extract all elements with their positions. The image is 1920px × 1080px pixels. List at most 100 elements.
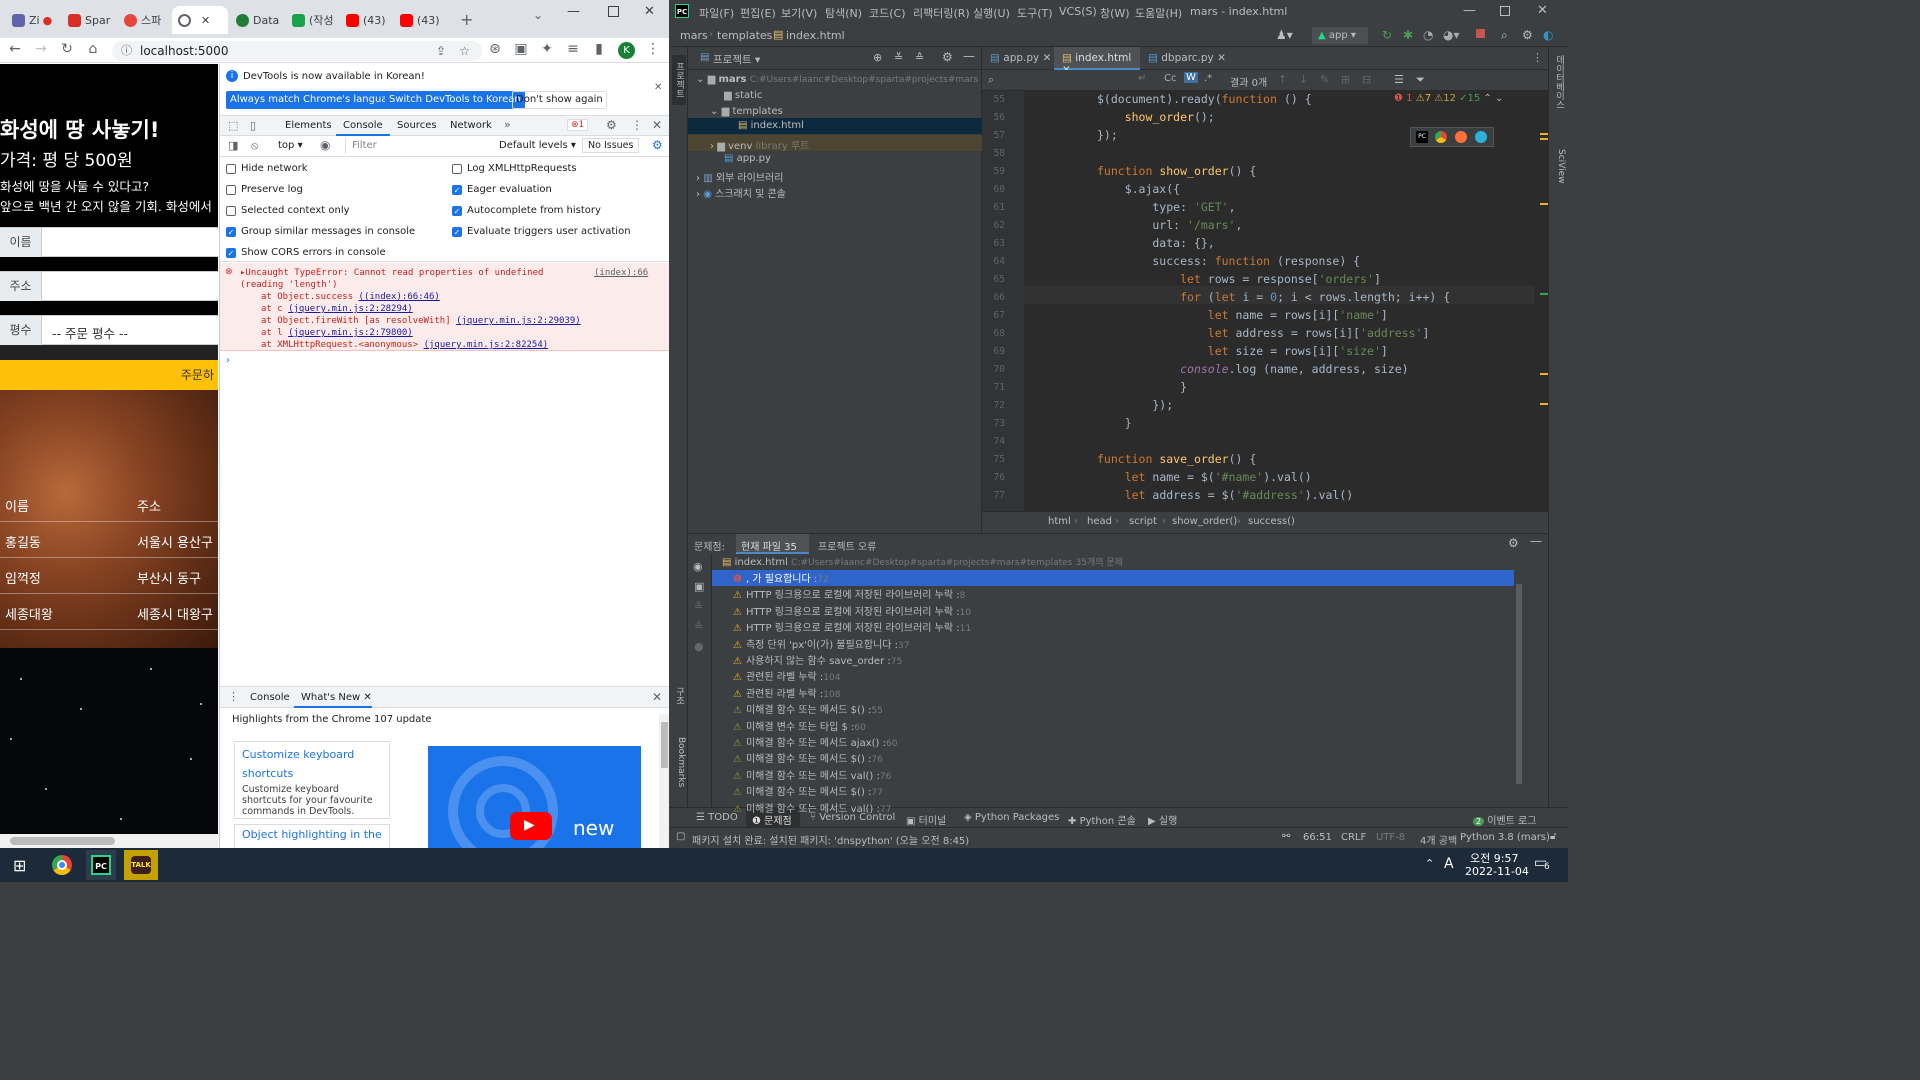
problem-item[interactable]: ⚠ 미해결 함수 또는 메서드 val() :76 <box>733 767 891 782</box>
search-icon[interactable]: ⌕ <box>988 73 994 87</box>
code-line[interactable]: url: '/mars', <box>1097 218 1242 232</box>
tabs-menu-icon[interactable]: ⋮ <box>1532 51 1543 64</box>
whole-words-icon[interactable]: W <box>1184 72 1198 83</box>
event-log-button[interactable]: 2 이벤트 로그 <box>1473 812 1536 827</box>
clear-console-icon[interactable]: ⦸ <box>251 139 258 153</box>
selected-context-checkbox[interactable]: Selected context only <box>226 205 350 216</box>
menu-edit[interactable]: 편집(E) <box>740 5 776 21</box>
preview-icon[interactable]: ▣ <box>694 580 704 593</box>
video-thumbnail[interactable]: ▶ new <box>428 746 641 848</box>
menu-window[interactable]: 창(W) <box>1100 5 1130 21</box>
menu-navigate[interactable]: 탐색(N) <box>825 5 862 21</box>
error-source-link[interactable]: (index):66 <box>594 268 648 278</box>
reload-icon[interactable]: ↻ <box>58 41 76 57</box>
select-all-icon[interactable]: ⊞ <box>1341 73 1350 86</box>
code-line[interactable]: type: 'GET', <box>1097 200 1235 214</box>
console-settings-gear-icon[interactable]: ⚙ <box>652 138 663 152</box>
more-tabs-icon[interactable]: » <box>504 118 511 131</box>
match-case-icon[interactable]: Cc <box>1164 73 1176 84</box>
log-xhr-checkbox[interactable]: Log XMLHttpRequests <box>452 163 577 174</box>
clock-date[interactable]: 2022-11-04 <box>1465 865 1529 878</box>
close-infobar-icon[interactable]: ✕ <box>654 82 662 93</box>
menu-tools[interactable]: 도구(T) <box>1017 5 1053 21</box>
horizontal-scrollbar[interactable] <box>0 834 218 848</box>
tab-sources[interactable]: Sources <box>397 120 437 131</box>
sidebar-toggle-icon[interactable]: ◨ <box>228 139 238 152</box>
code-line[interactable]: function save_order() { <box>1097 452 1256 466</box>
device-toolbar-icon[interactable]: ▯ <box>250 119 256 132</box>
code-line[interactable]: }); <box>1097 398 1173 412</box>
problem-item[interactable]: ⚠ 미해결 함수 또는 메서드 $() :77 <box>733 783 883 798</box>
minimize-button[interactable]: — <box>1463 3 1476 18</box>
close-devtools-icon[interactable]: ✕ <box>652 118 662 132</box>
stack-link[interactable]: ((index):66:46) <box>359 292 440 302</box>
menu-refactor[interactable]: 리팩터링(R) <box>913 5 970 21</box>
coverage-icon[interactable]: ◔ <box>1423 28 1433 42</box>
collapse-all-icon[interactable]: ≙ <box>915 51 924 64</box>
taskbar-pycharm[interactable]: PC <box>86 850 116 880</box>
problem-item[interactable]: ⚠ 측정 단위 'px'이(가) 불필요합니다 :37 <box>733 636 910 651</box>
python-packages-tool-button[interactable]: ◈ Python Packages <box>964 812 1059 823</box>
browser-tab[interactable]: 스파 <box>118 6 172 34</box>
extension-icon[interactable]: ▣ <box>512 41 530 57</box>
tree-node-index-html[interactable]: ▤ index.html <box>738 120 804 131</box>
inspection-widget[interactable]: ❶ 1 ⚠7 ⚠12 ✓15 ⌃ ⌄ <box>1394 93 1503 104</box>
expand-icon[interactable]: ≚ <box>694 600 703 613</box>
code-line[interactable]: let name = $('#name').val() <box>1097 470 1312 484</box>
problem-item[interactable]: ❶, 가 필요합니다 :72 <box>733 570 829 585</box>
show-cors-checkbox[interactable]: ✓ Show CORS errors in console <box>226 247 386 258</box>
address-bar[interactable]: ⓘ localhost:5000 ⇪ ☆ <box>112 41 482 61</box>
kebab-menu-icon[interactable]: ⋮ <box>644 41 662 57</box>
console-filter-input[interactable]: Filter <box>345 138 490 154</box>
code-line[interactable]: show_order(); <box>1097 110 1215 124</box>
error-stripe[interactable] <box>1538 133 1548 433</box>
stack-link[interactable]: (jquery.min.js:2:79800) <box>288 328 413 338</box>
code-line[interactable]: for (let i = 0; i < rows.length; i++) { <box>1097 290 1450 304</box>
tree-node-scratches[interactable]: › ◉ 스크래치 및 콘솔 <box>696 185 786 200</box>
breadcrumb-file[interactable]: index.html <box>786 29 845 42</box>
stack-link[interactable]: (jquery.min.js:2:28294) <box>288 304 413 314</box>
side-panel-icon[interactable]: ▮ <box>590 41 608 57</box>
browser-tab[interactable]: (43) <box>394 6 448 34</box>
browser-tab-active[interactable]: ✕ <box>172 6 228 34</box>
pycharm-browser-icon[interactable]: PC <box>1416 131 1428 143</box>
tab-elements[interactable]: Elements <box>285 120 332 131</box>
next-match-icon[interactable]: ↓ <box>1299 73 1308 86</box>
close-window-button[interactable]: ✕ <box>1537 3 1548 18</box>
stack-link[interactable]: (jquery.min.js:2:29039) <box>456 316 581 326</box>
menu-code[interactable]: 코드(C) <box>869 5 906 21</box>
code-crumb[interactable]: success() <box>1248 516 1295 527</box>
home-icon[interactable]: ⌂ <box>84 41 102 57</box>
breadcrumb-project[interactable]: mars <box>680 29 708 42</box>
code-line[interactable]: let name = rows[i]['name'] <box>1097 308 1388 322</box>
menu-file[interactable]: 파일(F) <box>699 5 734 21</box>
log-levels-dropdown[interactable]: Default levels ▾ <box>499 140 576 151</box>
order-button[interactable]: 주문하 <box>0 360 218 390</box>
scrollbar-thumb[interactable] <box>661 722 668 768</box>
rerun-icon[interactable]: ↻ <box>1382 28 1392 42</box>
live-expression-eye-icon[interactable]: ◉ <box>320 138 330 152</box>
bookmark-star-icon[interactable]: ☆ <box>459 41 470 61</box>
tree-node-static[interactable]: ▆ static <box>724 90 762 101</box>
add-selection-icon[interactable]: ✎ <box>1320 73 1329 86</box>
back-icon[interactable]: ← <box>6 41 24 57</box>
expand-all-icon[interactable]: ≚ <box>894 51 903 64</box>
python-interpreter[interactable]: Python 3.8 (mars) <box>1460 832 1550 843</box>
menu-run[interactable]: 실행(U) <box>973 5 1010 21</box>
problem-item[interactable]: ⚠ HTTP 링크용으로 로컬에 저장된 라이브러리 누락 :8 <box>733 586 965 601</box>
problems-file-row[interactable]: ▤ index.html C:#Users#laanc#Desktop#spar… <box>722 555 1123 568</box>
chrome-browser-icon[interactable] <box>1435 131 1447 143</box>
python-console-tool-button[interactable]: ✚ Python 콘솔 <box>1068 812 1136 827</box>
hide-panel-icon[interactable]: — <box>963 49 975 63</box>
filter-options-icon[interactable]: ☰ <box>1394 73 1404 86</box>
card-title-link[interactable]: Customize keyboard shortcuts <box>242 745 382 783</box>
maximize-button[interactable] <box>1500 6 1510 16</box>
tree-node-venv[interactable]: › ▆ venv library 루트 <box>710 137 809 152</box>
code-with-me-icon[interactable]: ◐ <box>1543 28 1553 42</box>
card-title-link[interactable]: Object highlighting in the <box>242 828 382 841</box>
name-field[interactable]: 이름 <box>0 227 218 258</box>
close-drawer-icon[interactable]: ✕ <box>652 690 662 704</box>
code-line[interactable]: console.log (name, address, size) <box>1097 362 1408 376</box>
drawer-scrollbar[interactable] <box>659 714 669 848</box>
problem-item[interactable]: ⚠ 미해결 변수 또는 타입 $ :60 <box>733 718 866 733</box>
